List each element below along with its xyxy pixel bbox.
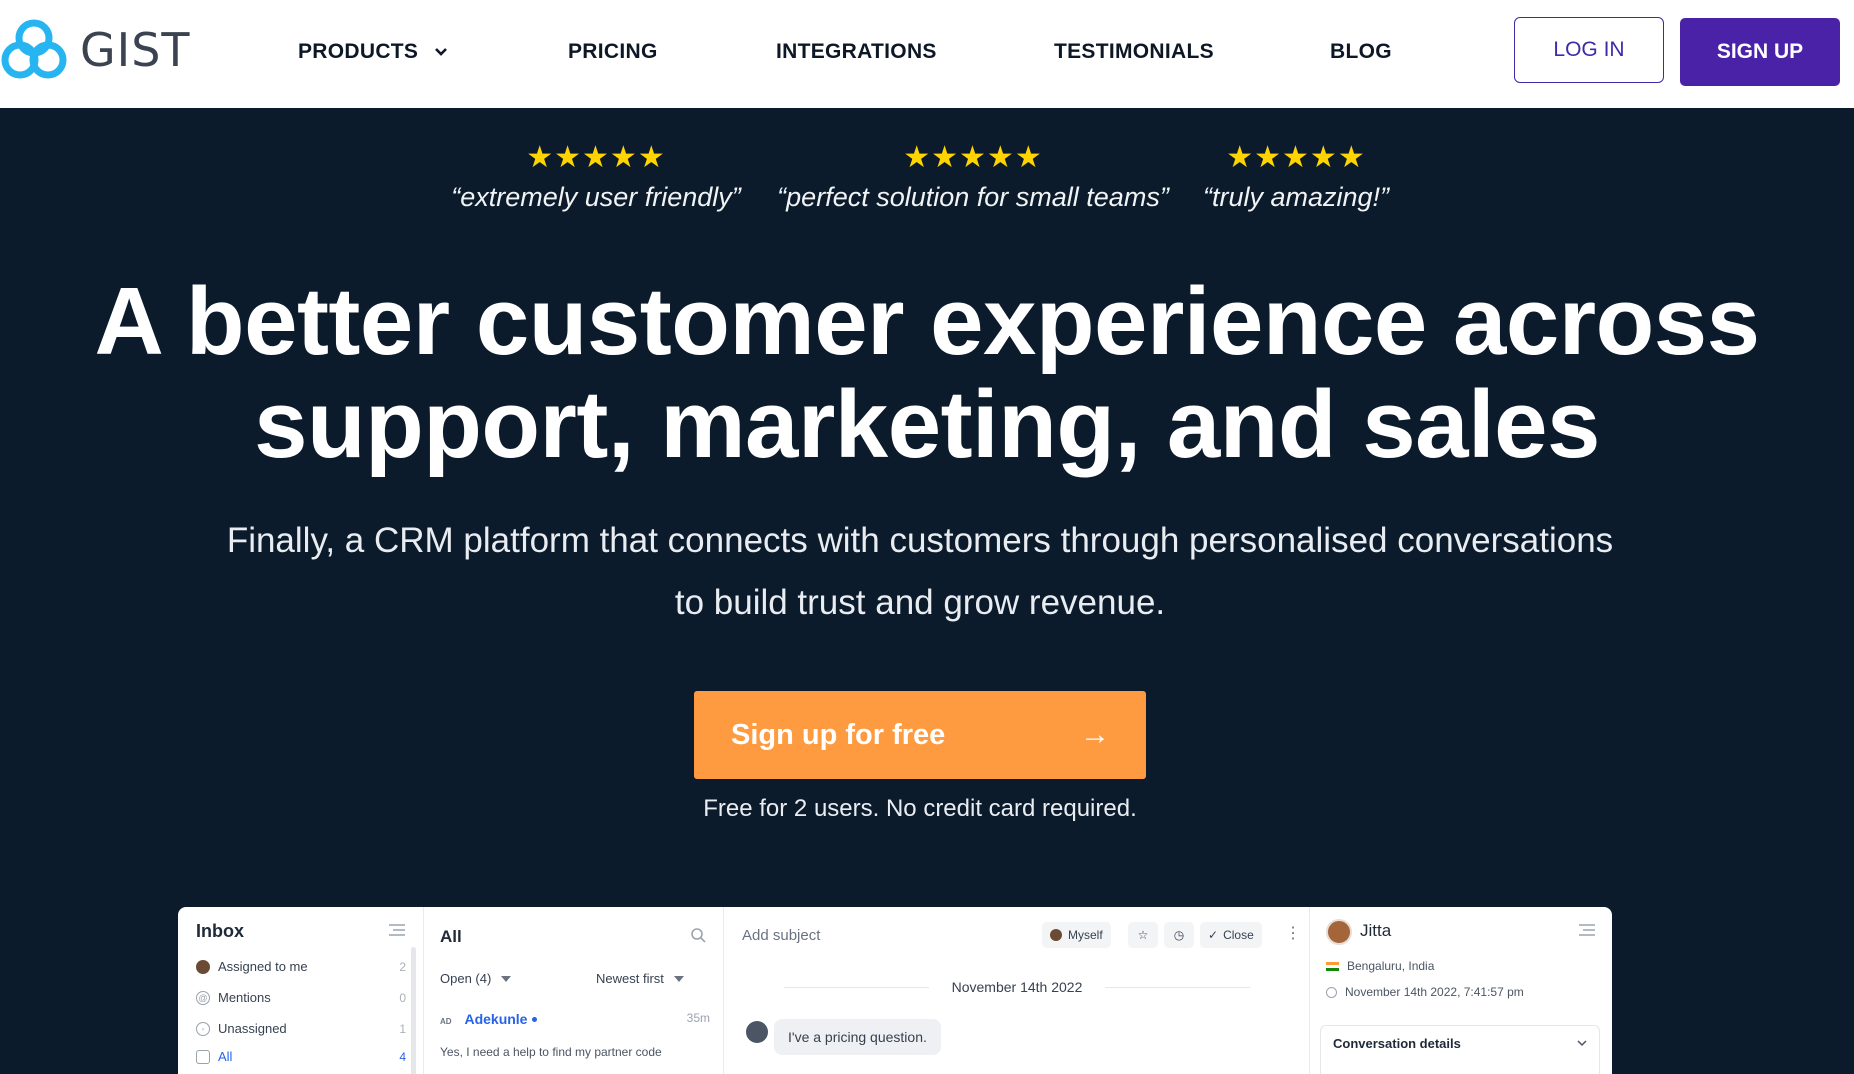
review-1: ★★★★★ “extremely user friendly”: [446, 140, 746, 213]
signup-button[interactable]: SIGN UP: [1680, 18, 1840, 86]
conversation-snippet: Yes, I need a help to find my partner co…: [440, 1045, 662, 1059]
review-quote: “truly amazing!”: [1202, 182, 1390, 212]
conversation-name: Adekunle: [464, 1011, 528, 1027]
nav-testimonials[interactable]: TESTIMONIALS: [1054, 36, 1214, 68]
hero-title-line-2: support, marketing, and sales: [254, 371, 1600, 478]
user-location-label: Bengaluru, India: [1347, 959, 1435, 973]
top-nav: GIST PRODUCTS PRICING INTEGRATIONS TESTI…: [0, 0, 1854, 108]
login-button[interactable]: LOG IN: [1514, 17, 1664, 83]
avatar: [196, 959, 210, 974]
user-location: Bengaluru, India: [1326, 959, 1434, 973]
star-button[interactable]: ☆: [1128, 922, 1158, 948]
snooze-button[interactable]: ◷: [1164, 922, 1194, 948]
review-quote: “perfect solution for small teams”: [777, 182, 1169, 212]
cta-note: Free for 2 users. No credit card require…: [703, 795, 1137, 822]
user-name: Jitta: [1360, 921, 1392, 940]
nav-pricing[interactable]: PRICING: [568, 36, 658, 68]
at-icon: @: [196, 990, 210, 1005]
user-local-time: November 14th 2022, 7:41:57 pm: [1326, 985, 1524, 999]
status-filter-dropdown[interactable]: Open (4): [440, 971, 512, 986]
nav-integrations[interactable]: INTEGRATIONS: [776, 36, 937, 68]
nav-products[interactable]: PRODUCTS: [298, 36, 448, 68]
review-quote: “extremely user friendly”: [451, 182, 741, 212]
user-local-time-label: November 14th 2022, 7:41:57 pm: [1345, 985, 1524, 999]
list-title: All: [440, 927, 462, 946]
gist-logo[interactable]: GIST: [0, 18, 191, 82]
subject-input[interactable]: Add subject: [742, 927, 820, 944]
conversation-list: All Open (4) Newest first AD Adekunle 35…: [424, 907, 724, 1074]
sort-label: Newest first: [596, 971, 664, 986]
scrollbar[interactable]: [411, 947, 416, 1074]
collapse-menu-icon[interactable]: [1578, 923, 1596, 937]
chevron-down-icon: [435, 48, 448, 57]
review-3: ★★★★★ “truly amazing!”: [1186, 140, 1406, 213]
india-flag-icon: [1326, 961, 1339, 971]
inbox-item-mentions[interactable]: @ Mentions 0: [196, 990, 406, 1005]
team-icon: [196, 1049, 210, 1064]
clock-icon: ◷: [1173, 928, 1185, 942]
inbox-item-count: 4: [399, 1049, 406, 1064]
inbox-item-all[interactable]: All 4: [196, 1049, 406, 1064]
inbox-item-count: 2: [399, 959, 406, 974]
hero-title-line-1: A better customer experience across: [94, 268, 1760, 375]
review-2: ★★★★★ “perfect solution for small teams”: [758, 140, 1188, 213]
hero-title: A better customer experience across supp…: [0, 270, 1854, 476]
message-bubble: I've a pricing question.: [774, 1019, 941, 1055]
caret-down-icon: [501, 975, 512, 982]
signup-free-button[interactable]: Sign up for free →: [694, 691, 1146, 779]
cta-label: Sign up for free: [731, 718, 946, 751]
status-filter-label: Open (4): [440, 971, 492, 986]
star-rating: ★★★★★: [903, 141, 1043, 174]
star-icon: ☆: [1137, 928, 1149, 942]
logo-text: GIST: [80, 23, 191, 77]
inbox-item-label: Unassigned: [218, 1021, 287, 1036]
sort-dropdown[interactable]: Newest first: [596, 971, 684, 986]
hero-subtitle: Finally, a CRM platform that connects wi…: [100, 510, 1740, 634]
caret-down-icon: [673, 975, 684, 982]
inbox-item-unassigned[interactable]: ◦ Unassigned 1: [196, 1021, 406, 1036]
nav-blog[interactable]: BLOG: [1330, 36, 1392, 68]
inbox-item-label: Mentions: [218, 990, 271, 1005]
hero-subtitle-line-2: to build trust and grow revenue.: [674, 583, 1166, 622]
inbox-item-count: 1: [399, 1021, 406, 1036]
arrow-right-icon: →: [1080, 718, 1110, 751]
avatar-initials: AD: [440, 1017, 452, 1026]
close-button[interactable]: ✓ Close: [1200, 922, 1262, 948]
avatar: [1050, 929, 1062, 941]
hero-subtitle-line-1: Finally, a CRM platform that connects wi…: [226, 521, 1614, 560]
more-options-icon[interactable]: ⋮: [1285, 925, 1301, 943]
close-label: Close: [1223, 928, 1254, 942]
search-icon[interactable]: [690, 927, 706, 943]
inbox-item-label: Assigned to me: [218, 959, 308, 974]
conversation-time: 35m: [686, 1011, 710, 1025]
conversation-details-panel[interactable]: Conversation details: [1320, 1025, 1600, 1074]
user-details-pane: Jitta Bengaluru, India November 14th 202…: [1310, 907, 1612, 1074]
gist-logo-icon: [1, 19, 67, 79]
assignee-label: Myself: [1068, 928, 1103, 942]
inbox-item-count: 0: [399, 990, 406, 1005]
avatar: [746, 1021, 768, 1043]
assignee-chip[interactable]: Myself: [1042, 922, 1111, 948]
chevron-down-icon: [1577, 1040, 1587, 1047]
nav-products-label: PRODUCTS: [298, 40, 419, 63]
inbox-sidebar: Inbox Assigned to me 2 @ Mentions 0 ◦ Un…: [178, 907, 424, 1074]
avatar: [1326, 919, 1352, 945]
inbox-title: Inbox: [196, 921, 244, 941]
inbox-item-label: All: [218, 1049, 233, 1064]
star-rating: ★★★★★: [526, 141, 666, 174]
clock-icon: [1326, 986, 1337, 998]
conversation-row[interactable]: AD Adekunle 35m Yes, I need a help to fi…: [440, 1011, 710, 1059]
date-separator: November 14th 2022: [724, 979, 1310, 995]
inbox-item-assigned[interactable]: Assigned to me 2: [196, 959, 406, 974]
star-rating: ★★★★★: [1226, 141, 1366, 174]
collapse-menu-icon[interactable]: [388, 923, 406, 937]
conversation-pane: Add subject Myself ☆ ◷ ✓ Close ⋮ Novembe…: [724, 907, 1310, 1074]
unread-dot: [532, 1017, 538, 1023]
user-icon: ◦: [196, 1021, 210, 1036]
app-preview: Inbox Assigned to me 2 @ Mentions 0 ◦ Un…: [178, 907, 1612, 1074]
details-title: Conversation details: [1333, 1036, 1461, 1051]
check-icon: ✓: [1208, 928, 1219, 942]
